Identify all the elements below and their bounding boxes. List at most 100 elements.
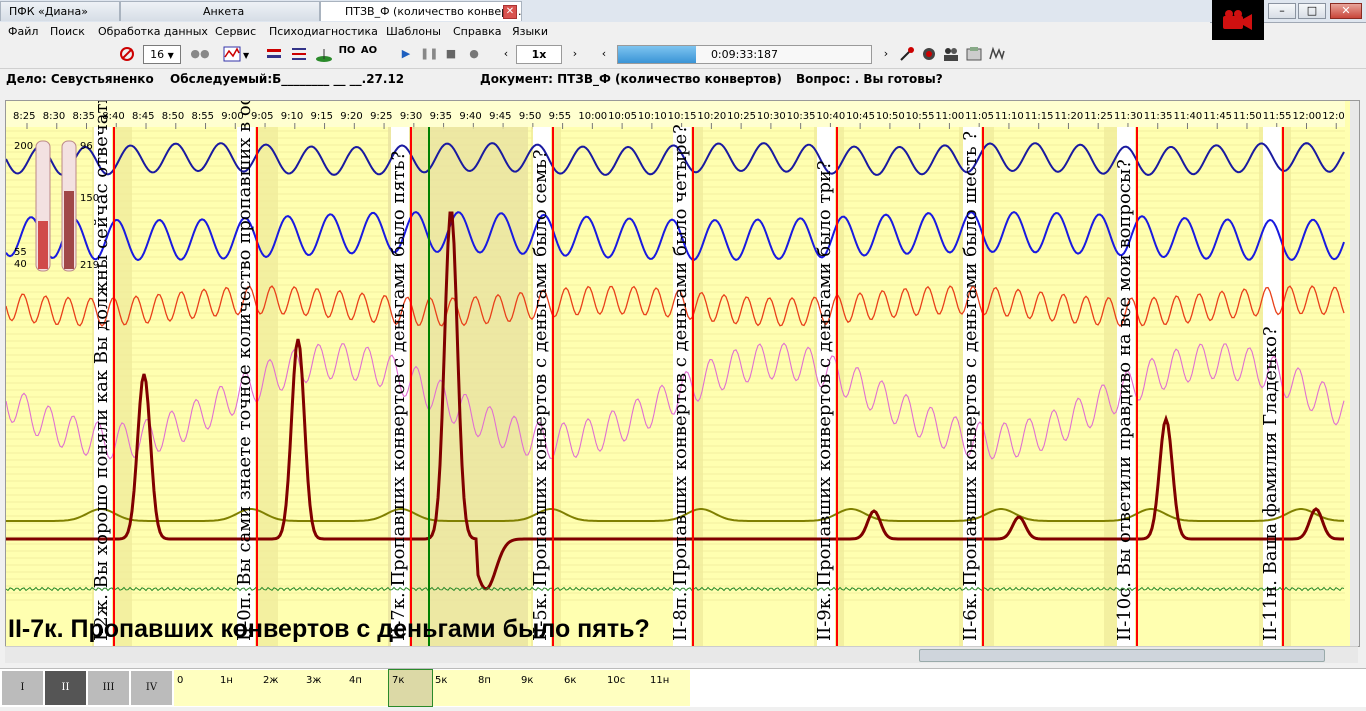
graph-icon[interactable]	[988, 45, 1006, 64]
menu-search[interactable]: Поиск	[50, 25, 85, 38]
close-button[interactable]: ✕	[1330, 3, 1362, 19]
plant-icon[interactable]	[314, 45, 334, 64]
time-label: 8:45	[132, 111, 154, 122]
current-question-text: ІІ-7к. Пропавших конвертов с деньгами бы…	[8, 615, 650, 643]
case-value: Севустьяненко	[50, 72, 154, 86]
question-cell[interactable]: 0	[174, 670, 217, 706]
slower-button[interactable]: ‹	[499, 45, 513, 64]
series-button-III[interactable]: III	[88, 671, 130, 705]
tab-main[interactable]: ПФК «Диана»	[0, 1, 120, 21]
pause-icon[interactable]: ❚❚	[420, 45, 438, 64]
time-label: 10:30	[757, 111, 786, 122]
time-label: 10:15	[668, 111, 697, 122]
horizontal-scrollbar[interactable]	[5, 646, 1358, 663]
next-button[interactable]: ›	[879, 45, 893, 64]
document-info: Документ: ПТЗВ_Ф (количество конвертов)	[480, 72, 782, 86]
po-label: ПО	[338, 45, 356, 56]
question-label: ІІ-9к. Пропавших конвертов с деньгами бы…	[814, 160, 835, 641]
ao-label: АО	[360, 45, 378, 56]
menu-data-processing[interactable]: Обработка данных	[98, 25, 208, 38]
gauge-fill-left	[38, 221, 48, 269]
question-label: Вопрос:	[796, 72, 851, 86]
question-cell[interactable]: 4п	[346, 670, 389, 706]
users-icon[interactable]	[942, 45, 960, 64]
vertical-scrollbar[interactable]	[1350, 101, 1359, 646]
chart-settings-icon[interactable]: ▼	[222, 45, 252, 64]
time-label: 9:45	[489, 111, 511, 122]
prev-button[interactable]: ‹	[597, 45, 611, 64]
question-cell[interactable]: 2ж	[260, 670, 303, 706]
menu-file[interactable]: Файл	[8, 25, 38, 38]
time-label: 8:55	[192, 111, 214, 122]
align-icon[interactable]	[265, 45, 283, 64]
menu-templates[interactable]: Шаблоны	[386, 25, 441, 38]
ao-button[interactable]: АО	[360, 45, 378, 64]
gauge-scale-label: 40	[14, 259, 27, 270]
channel-count-select[interactable]: 16 ▼	[143, 45, 181, 64]
minimize-button[interactable]: –	[1268, 3, 1296, 19]
export-icon[interactable]	[965, 45, 983, 64]
question-label: ІІ-5к. Пропавших конвертов с деньгами бы…	[530, 149, 551, 641]
no-marker-icon[interactable]	[117, 45, 137, 64]
time-label: 10:25	[727, 111, 756, 122]
series-button-II[interactable]: II	[45, 671, 87, 705]
time-label: 11:25	[1084, 111, 1113, 122]
time-value: 0:09:33:187	[710, 48, 779, 61]
question-cell[interactable]: 7к	[388, 669, 433, 707]
camera-icon	[1223, 10, 1252, 30]
time-label: 9:40	[459, 111, 481, 122]
series-button-I[interactable]: I	[2, 671, 44, 705]
time-label: 9:55	[549, 111, 571, 122]
list-icon[interactable]	[290, 45, 308, 64]
maximize-button[interactable]: □	[1298, 3, 1326, 19]
time-label: 8:30	[43, 111, 65, 122]
toolbar: 16 ▼ ●● ▼ ПО АО ▶ ❚❚ ■ ● ‹ 1x › ‹ 0:09:3…	[0, 41, 1366, 69]
question-cell[interactable]: 3ж	[303, 670, 346, 706]
time-label: 11:00	[935, 111, 964, 122]
po-button[interactable]: ПО	[338, 45, 356, 64]
stop-icon[interactable]: ■	[443, 45, 459, 64]
menu-psychodiagnostics[interactable]: Психодиагностика	[269, 25, 378, 38]
question-cell[interactable]: 6к	[561, 670, 604, 706]
question-series-bar: I II III IV 0 1н 2ж 3ж 4п 7к 5к 8п 9к 6к 10с 11н	[0, 668, 1366, 707]
scroll-thumb[interactable]	[919, 649, 1325, 662]
record-icon[interactable]: ●	[466, 45, 482, 64]
time-label: 11:45	[1203, 111, 1232, 122]
menu-help[interactable]: Справка	[453, 25, 501, 38]
camera-settings-icon[interactable]	[920, 45, 938, 64]
recording-indicator[interactable]	[1212, 0, 1264, 40]
question-value: . Вы готовы?	[854, 72, 943, 86]
question-cell[interactable]: 11н	[647, 670, 690, 706]
tab-bar: ПФК «Диана» Анкета ПТЗВ_Ф (количество ко…	[0, 0, 1366, 23]
question-cell[interactable]: 1н	[217, 670, 260, 706]
tab-close-icon[interactable]: ✕	[503, 5, 517, 19]
tab-test[interactable]: ПТЗВ_Ф (количество конверт... ✕	[320, 1, 522, 21]
question-label: ІІ-0п. Вы сами знаете точное количество …	[234, 101, 255, 641]
faster-button[interactable]: ›	[568, 45, 582, 64]
question-cell[interactable]: 9к	[518, 670, 561, 706]
menu-service[interactable]: Сервис	[215, 25, 256, 38]
time-progress-bar[interactable]: 0:09:33:187	[617, 45, 872, 64]
gauge-scale-label: 150	[80, 193, 99, 204]
channel-count-value: 16	[150, 48, 165, 61]
link-icon[interactable]: ●●	[190, 45, 210, 64]
case-info: Дело: Севустьяненко	[6, 72, 154, 86]
question-cell[interactable]: 10с	[604, 670, 647, 706]
tool-icon[interactable]	[898, 45, 916, 64]
time-label: 9:35	[430, 111, 452, 122]
time-label: 10:40	[816, 111, 845, 122]
question-cell[interactable]: 8п	[475, 670, 518, 706]
play-icon[interactable]: ▶	[398, 45, 414, 64]
series-button-IV[interactable]: IV	[131, 671, 173, 705]
polygraph-chart[interactable]: 8:25 8:30 8:35 8:40 8:45 8:50 8:55 9:00 9:05 9:10…	[5, 100, 1360, 647]
tab-questionnaire[interactable]: Анкета	[120, 1, 320, 21]
question-label: І-2ж. Вы хорошо поняли как Вы должны сей…	[91, 101, 112, 641]
time-label: 9:15	[311, 111, 333, 122]
tab-label: Анкета	[203, 5, 245, 18]
time-label: 11:40	[1173, 111, 1202, 122]
polygraph-plot[interactable]: 8:25 8:30 8:35 8:40 8:45 8:50 8:55 9:00 9:05 9:10…	[6, 101, 1351, 646]
time-label: 11:10	[995, 111, 1024, 122]
question-cell[interactable]: 5к	[432, 670, 475, 706]
menu-languages[interactable]: Языки	[512, 25, 548, 38]
time-label: 10:20	[697, 111, 726, 122]
